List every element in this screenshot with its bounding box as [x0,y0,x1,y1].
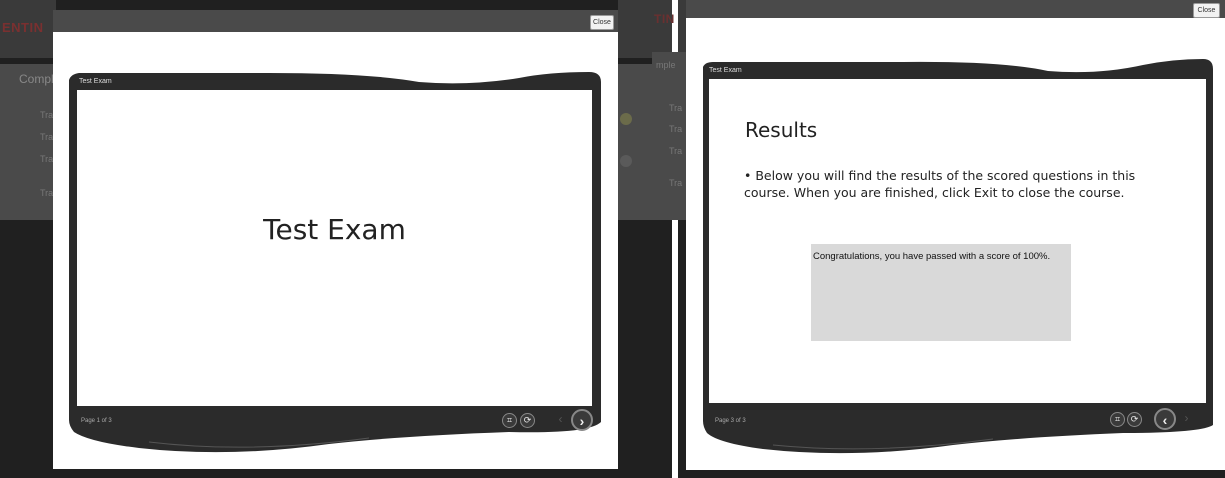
fit-screen-button[interactable]: ⌗ [502,413,517,428]
instructions-text: • Below you will find the results of the… [744,168,1136,200]
close-button[interactable]: Close [590,15,614,30]
course-modal-left: Close Test Exam Test Exam Page 1 of 3 ⌗ … [53,10,618,469]
course-player: Test Exam Test Exam Page 1 of 3 ⌗ ⟳ ‹ › [69,70,601,458]
row-label: Tra [669,124,683,134]
modal-titlebar [53,10,618,32]
app-header-left-edge [618,0,672,58]
player-title: Test Exam [79,78,112,85]
row-label: Tra [669,178,683,188]
page-indicator: Page 3 of 3 [715,418,746,424]
player-title: Test Exam [709,67,742,74]
status-icon [620,113,632,125]
status-icon [620,155,632,167]
replay-button[interactable]: ⟳ [1127,412,1142,427]
course-modal-right: Close Test Exam Results • Below you will… [686,0,1225,470]
fit-screen-button[interactable]: ⌗ [1110,412,1125,427]
row-label: Tra [40,132,54,142]
score-message: Congratulations, you have passed with a … [813,251,1051,262]
row-label: Tra [40,154,54,164]
close-button[interactable]: Close [1193,3,1220,18]
section-heading-right: mple [656,60,676,70]
row-label: Tra [40,110,54,120]
next-button[interactable]: › [571,409,593,431]
results-heading: Results [745,118,818,142]
logo-right: TIN [654,12,675,26]
modal-titlebar [686,0,1225,18]
row-label: Tra [669,103,683,113]
course-player: Test Exam Results • Below you will find … [703,57,1213,459]
score-result-box: Congratulations, you have passed with a … [811,244,1071,341]
row-label: Tra [669,146,683,156]
row-label: Tra [40,188,54,198]
slide-area: Results • Below you will find the result… [709,79,1206,403]
next-button[interactable]: › [1179,412,1194,427]
replay-button[interactable]: ⟳ [520,413,535,428]
app-body-right [652,52,688,220]
logo-left: ENTIN [2,20,44,35]
page-indicator: Page 1 of 3 [81,418,112,424]
prev-button[interactable]: ‹ [553,413,568,428]
slide-area: Test Exam [77,90,592,406]
prev-button[interactable]: ‹ [1154,408,1176,430]
slide-title: Test Exam [263,213,406,246]
